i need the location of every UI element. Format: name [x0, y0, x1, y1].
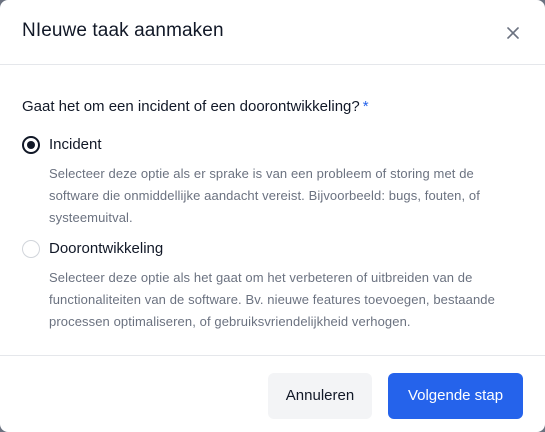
task-type-question: Gaat het om een incident of een doorontw…: [22, 98, 369, 115]
next-step-button[interactable]: Volgende stap: [388, 373, 523, 419]
radio-incident[interactable]: [22, 136, 40, 154]
dialog-footer: Annuleren Volgende stap: [0, 355, 545, 432]
dialog-title: NIeuwe taak aanmaken: [22, 20, 224, 41]
create-task-dialog: NIeuwe taak aanmaken Gaat het om een inc…: [0, 0, 545, 432]
question-text: Gaat het om een incident of een doorontw…: [22, 98, 360, 115]
option-incident-description: Selecteer deze optie als er sprake is va…: [49, 166, 480, 225]
option-doorontwikkeling-label[interactable]: Doorontwikkeling: [49, 240, 163, 257]
close-icon[interactable]: [502, 22, 524, 44]
required-marker: *: [362, 98, 369, 115]
radio-doorontwikkeling[interactable]: [22, 240, 40, 258]
option-incident-label[interactable]: Incident: [49, 136, 102, 153]
cancel-button[interactable]: Annuleren: [268, 373, 372, 419]
option-doorontwikkeling-description: Selecteer deze optie als het gaat om het…: [49, 270, 495, 329]
dialog-header: NIeuwe taak aanmaken: [0, 0, 545, 65]
